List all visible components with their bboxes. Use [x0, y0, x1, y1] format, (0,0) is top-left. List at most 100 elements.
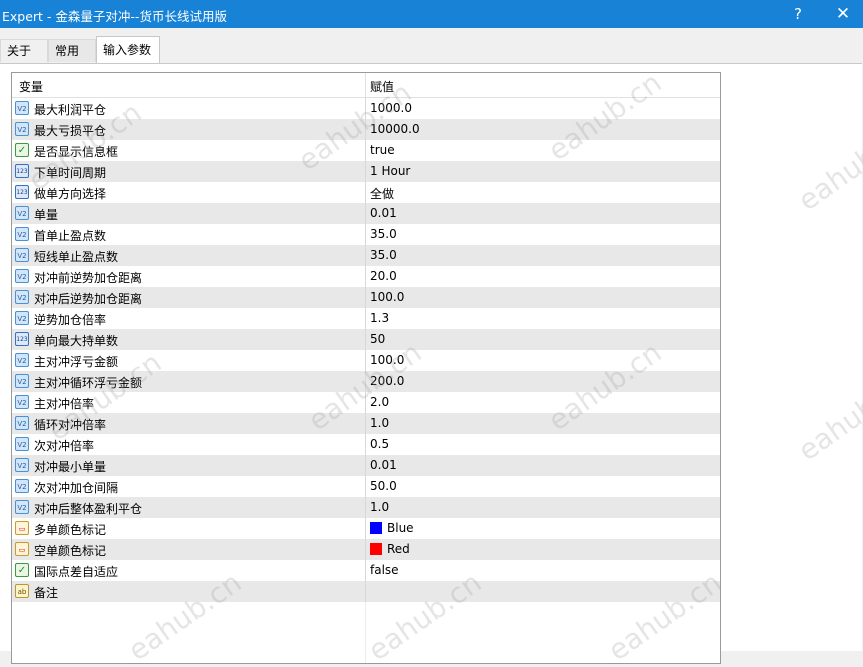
parameter-value[interactable]: 0.01: [370, 206, 397, 220]
parameter-row[interactable]: ▭ 多单颜色标记 Blue: [12, 518, 720, 539]
double-type-icon: V2: [15, 479, 29, 493]
parameter-row[interactable]: ✓ 是否显示信息框 true: [12, 140, 720, 161]
parameter-value[interactable]: 1.0: [370, 500, 389, 514]
parameter-name: 次对冲加仓间隔: [34, 481, 119, 495]
parameter-row[interactable]: V2 短线单止盈点数 35.0: [12, 245, 720, 266]
parameter-row[interactable]: V2 对冲后整体盈利平仓 1.0: [12, 497, 720, 518]
help-button[interactable]: ?: [778, 0, 818, 28]
parameter-row[interactable]: V2 对冲前逆势加仓距离 20.0: [12, 266, 720, 287]
window-title: Expert - 金森量子对冲--货币长线试用版: [2, 9, 227, 24]
parameter-name: 主对冲浮亏金额: [34, 355, 119, 369]
parameter-row[interactable]: V2 最大亏损平仓 10000.0: [12, 119, 720, 140]
parameter-value[interactable]: 2.0: [370, 395, 389, 409]
parameter-value[interactable]: 35.0: [370, 227, 397, 241]
parameter-row[interactable]: ab 备注: [12, 581, 720, 602]
column-divider: [365, 98, 366, 119]
double-type-icon: V2: [15, 101, 29, 115]
parameter-row[interactable]: V2 主对冲倍率 2.0: [12, 392, 720, 413]
tab-common[interactable]: 常用: [48, 39, 96, 62]
parameter-row[interactable]: V2 单量 0.01: [12, 203, 720, 224]
tab-about[interactable]: 关于: [0, 39, 48, 62]
parameter-value[interactable]: Red: [370, 542, 410, 556]
parameter-row[interactable]: ✓ 国际点差自适应 false: [12, 560, 720, 581]
column-divider: [365, 476, 366, 497]
column-divider: [365, 140, 366, 161]
parameter-row[interactable]: V2 次对冲倍率 0.5: [12, 434, 720, 455]
parameter-name: 是否显示信息框: [34, 145, 119, 159]
parameter-name: 逆势加仓倍率: [34, 313, 107, 327]
parameter-row[interactable]: V2 对冲最小单量 0.01: [12, 455, 720, 476]
double-type-icon: V2: [15, 374, 29, 388]
parameter-row[interactable]: V2 主对冲循环浮亏金额 200.0: [12, 371, 720, 392]
title-bar: Expert - 金森量子对冲--货币长线试用版 ? ✕: [0, 0, 863, 28]
column-divider: [365, 602, 366, 663]
parameter-value[interactable]: 35.0: [370, 248, 397, 262]
column-divider: [365, 518, 366, 539]
parameter-row[interactable]: 123 单向最大持单数 50: [12, 329, 720, 350]
parameter-value[interactable]: 1 Hour: [370, 164, 410, 178]
parameter-value-text: 10000.0: [370, 122, 420, 136]
header-variable[interactable]: 变量: [19, 78, 43, 95]
column-divider: [365, 350, 366, 371]
parameter-row[interactable]: V2 对冲后逆势加仓距离 100.0: [12, 287, 720, 308]
parameter-value-text: Blue: [387, 521, 414, 535]
parameter-row[interactable]: V2 主对冲浮亏金额 100.0: [12, 350, 720, 371]
parameter-value[interactable]: 20.0: [370, 269, 397, 283]
parameter-row[interactable]: V2 逆势加仓倍率 1.3: [12, 308, 720, 329]
parameter-value[interactable]: 200.0: [370, 374, 404, 388]
parameter-value[interactable]: 100.0: [370, 290, 404, 304]
parameter-value[interactable]: 10000.0: [370, 122, 420, 136]
parameter-value-text: 1.0: [370, 500, 390, 514]
parameter-value[interactable]: 0.5: [370, 437, 389, 451]
parameter-name: 多单颜色标记: [34, 523, 107, 537]
header-column-divider[interactable]: [365, 73, 366, 97]
column-divider: [365, 539, 366, 560]
double-type-icon: V2: [15, 206, 29, 220]
color-type-icon: ▭: [15, 542, 29, 556]
parameter-name: 主对冲倍率: [34, 397, 95, 411]
parameter-value[interactable]: true: [370, 143, 395, 157]
parameter-name: 对冲前逆势加仓距离: [34, 271, 143, 285]
tab-inputs[interactable]: 输入参数: [96, 36, 160, 63]
column-divider: [365, 581, 366, 602]
parameter-value-text: 50: [370, 332, 386, 346]
parameter-value[interactable]: 1.3: [370, 311, 389, 325]
parameter-row[interactable]: V2 循环对冲倍率 1.0: [12, 413, 720, 434]
parameter-name: 国际点差自适应: [34, 565, 119, 579]
parameter-name: 最大亏损平仓: [34, 124, 107, 138]
grid-header: 变量 赋值: [12, 73, 720, 98]
parameter-row[interactable]: V2 最大利润平仓 1000.0: [12, 98, 720, 119]
parameter-name: 备注: [34, 586, 59, 600]
column-divider: [365, 434, 366, 455]
parameter-value-text: 0.5: [370, 437, 390, 451]
parameter-value[interactable]: 0.01: [370, 458, 397, 472]
parameter-name: 单向最大持单数: [34, 334, 119, 348]
parameter-value[interactable]: 50.0: [370, 479, 397, 493]
parameter-name: 单量: [34, 208, 59, 222]
parameter-value[interactable]: 50: [370, 332, 385, 346]
parameter-name: 空单颜色标记: [34, 544, 107, 558]
parameter-value[interactable]: false: [370, 563, 399, 577]
parameter-value[interactable]: Blue: [370, 521, 414, 535]
parameter-row[interactable]: 123 做单方向选择 全做: [12, 182, 720, 203]
parameter-name: 对冲后逆势加仓距离: [34, 292, 143, 306]
parameter-value[interactable]: 100.0: [370, 353, 404, 367]
parameter-row[interactable]: ▭ 空单颜色标记 Red: [12, 539, 720, 560]
parameter-name: 首单止盈点数: [34, 229, 107, 243]
parameter-name: 对冲最小单量: [34, 460, 107, 474]
parameter-value-text: false: [370, 563, 399, 577]
parameter-name: 循环对冲倍率: [34, 418, 107, 432]
header-value[interactable]: 赋值: [370, 78, 394, 95]
parameter-row[interactable]: 123 下单时间周期 1 Hour: [12, 161, 720, 182]
parameter-row[interactable]: V2 次对冲加仓间隔 50.0: [12, 476, 720, 497]
close-button[interactable]: ✕: [823, 0, 863, 28]
parameter-row[interactable]: V2 首单止盈点数 35.0: [12, 224, 720, 245]
parameter-value[interactable]: 全做: [370, 185, 394, 202]
parameter-value[interactable]: 1.0: [370, 416, 389, 430]
parameter-value-text: 1.3: [370, 311, 390, 325]
parameter-name: 对冲后整体盈利平仓: [34, 502, 143, 516]
parameter-value-text: 100.0: [370, 290, 405, 304]
column-divider: [365, 392, 366, 413]
column-divider: [365, 266, 366, 287]
parameter-value[interactable]: 1000.0: [370, 101, 412, 115]
